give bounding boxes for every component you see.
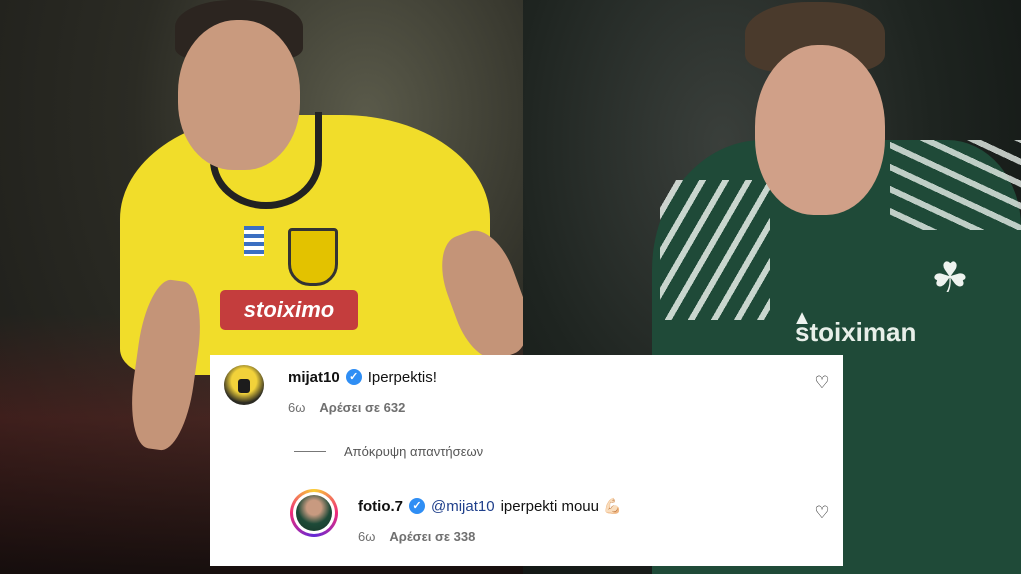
comment-time: 6ω bbox=[288, 400, 306, 415]
comment-meta: 6ω Αρέσει σε 632 bbox=[288, 400, 405, 415]
comment-header: mijat10 ✓ Iperpektis! bbox=[288, 367, 437, 387]
comment-likes[interactable]: Αρέσει σε 632 bbox=[319, 400, 405, 415]
reply-text: iperpekti mouu 💪🏻 bbox=[500, 498, 622, 515]
verified-icon: ✓ bbox=[409, 498, 425, 514]
reply-username[interactable]: fotio.7 bbox=[358, 498, 403, 515]
reply-header: fotio.7 ✓ @mijat10 iperpekti mouu 💪🏻 bbox=[358, 496, 622, 516]
comment-text: Iperpektis! bbox=[367, 368, 437, 386]
heart-icon[interactable]: ♡ bbox=[813, 374, 831, 392]
heart-icon[interactable]: ♡ bbox=[813, 504, 831, 522]
jersey-sponsor: stoiximan bbox=[795, 317, 917, 347]
jersey-stripes bbox=[890, 140, 1021, 230]
reply-meta: 6ω Αρέσει σε 338 bbox=[358, 529, 475, 544]
divider bbox=[294, 451, 326, 452]
avatar[interactable] bbox=[290, 489, 338, 537]
reply-time: 6ω bbox=[358, 529, 376, 544]
hide-replies-label: Απόκρυψη απαντήσεων bbox=[344, 444, 484, 459]
reply-likes[interactable]: Αρέσει σε 338 bbox=[389, 529, 475, 544]
jersey-sponsor: stoiximo bbox=[220, 290, 358, 330]
player-head bbox=[755, 45, 885, 215]
greek-flag-patch bbox=[244, 226, 264, 256]
jersey-stripes bbox=[660, 180, 770, 320]
club-crest bbox=[288, 228, 338, 286]
avatar[interactable] bbox=[224, 365, 264, 405]
clover-crest-icon: ☘ bbox=[931, 254, 969, 301]
hide-replies-button[interactable]: Απόκρυψη απαντήσεων bbox=[294, 444, 483, 459]
comment-username[interactable]: mijat10 bbox=[288, 369, 340, 386]
mention-link[interactable]: @mijat10 bbox=[431, 498, 495, 515]
verified-icon: ✓ bbox=[345, 369, 362, 385]
comment-card: mijat10 ✓ Iperpektis! 6ω Αρέσει σε 632 ♡… bbox=[210, 355, 843, 566]
player-head bbox=[178, 20, 300, 170]
